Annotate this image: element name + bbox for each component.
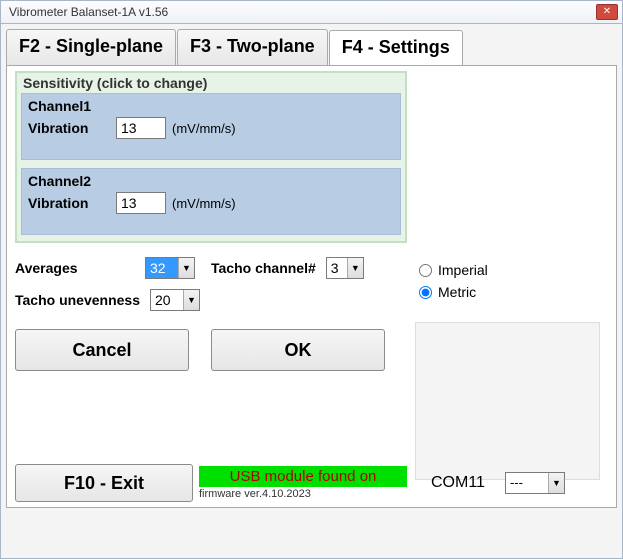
- tacho-channel-label: Tacho channel#: [211, 260, 316, 276]
- chevron-down-icon: ▼: [548, 473, 564, 493]
- firmware-version: firmware ver.4.10.2023: [199, 488, 407, 500]
- tacho-channel-combo[interactable]: 3 ▼: [326, 257, 364, 279]
- tab-bar: F2 - Single-plane F3 - Two-plane F4 - Se…: [6, 29, 617, 65]
- channel1-label: Channel1: [28, 98, 394, 114]
- close-button[interactable]: ✕: [596, 4, 618, 20]
- ch1-vibration-input[interactable]: [116, 117, 166, 139]
- tab-two-plane[interactable]: F3 - Two-plane: [177, 29, 328, 65]
- preview-panel: [415, 322, 600, 480]
- tacho-channel-value: 3: [327, 258, 347, 278]
- settings-panel: Sensitivity (click to change) Channel1 V…: [6, 65, 617, 508]
- com-port-label: COM11: [431, 474, 485, 492]
- metric-label: Metric: [438, 284, 476, 300]
- port-combo[interactable]: --- ▼: [505, 472, 565, 494]
- tacho-unevenness-combo[interactable]: 20 ▼: [150, 289, 200, 311]
- window-title: Vibrometer Balanset-1A v1.56: [5, 5, 596, 19]
- chevron-down-icon: ▼: [178, 258, 194, 278]
- tacho-unevenness-label: Tacho unevenness: [15, 292, 140, 308]
- ch1-vibration-label: Vibration: [28, 120, 110, 136]
- averages-label: Averages: [15, 260, 135, 276]
- imperial-radio[interactable]: [419, 264, 432, 277]
- cancel-button[interactable]: Cancel: [15, 329, 189, 371]
- chevron-down-icon: ▼: [347, 258, 363, 278]
- ok-button[interactable]: OK: [211, 329, 385, 371]
- sensitivity-group[interactable]: Sensitivity (click to change) Channel1 V…: [15, 71, 407, 243]
- chevron-down-icon: ▼: [183, 290, 199, 310]
- channel1-box: Channel1 Vibration (mV/mm/s): [21, 93, 401, 160]
- ch2-vibration-input[interactable]: [116, 192, 166, 214]
- exit-button[interactable]: F10 - Exit: [15, 464, 193, 502]
- averages-value: 32: [146, 258, 178, 278]
- channel2-label: Channel2: [28, 173, 394, 189]
- averages-row: Averages 32 ▼ Tacho channel# 3 ▼: [15, 257, 608, 279]
- tacho-unevenness-row: Tacho unevenness 20 ▼: [15, 289, 608, 311]
- tab-single-plane[interactable]: F2 - Single-plane: [6, 29, 176, 65]
- tacho-unevenness-value: 20: [151, 290, 183, 310]
- ch2-unit: (mV/mm/s): [172, 196, 236, 211]
- window-body: F2 - Single-plane F3 - Two-plane F4 - Se…: [0, 24, 623, 559]
- port-value: ---: [506, 473, 548, 493]
- unit-radio-group: Imperial Metric: [419, 262, 488, 306]
- usb-status: USB module found on: [199, 466, 407, 487]
- imperial-label: Imperial: [438, 262, 488, 278]
- averages-combo[interactable]: 32 ▼: [145, 257, 195, 279]
- tab-settings[interactable]: F4 - Settings: [329, 30, 463, 66]
- title-bar: Vibrometer Balanset-1A v1.56 ✕: [0, 0, 623, 24]
- channel2-box: Channel2 Vibration (mV/mm/s): [21, 168, 401, 235]
- ch2-vibration-label: Vibration: [28, 195, 110, 211]
- sensitivity-legend: Sensitivity (click to change): [21, 73, 401, 93]
- metric-radio[interactable]: [419, 286, 432, 299]
- ch1-unit: (mV/mm/s): [172, 121, 236, 136]
- status-row: F10 - Exit USB module found on firmware …: [15, 464, 611, 502]
